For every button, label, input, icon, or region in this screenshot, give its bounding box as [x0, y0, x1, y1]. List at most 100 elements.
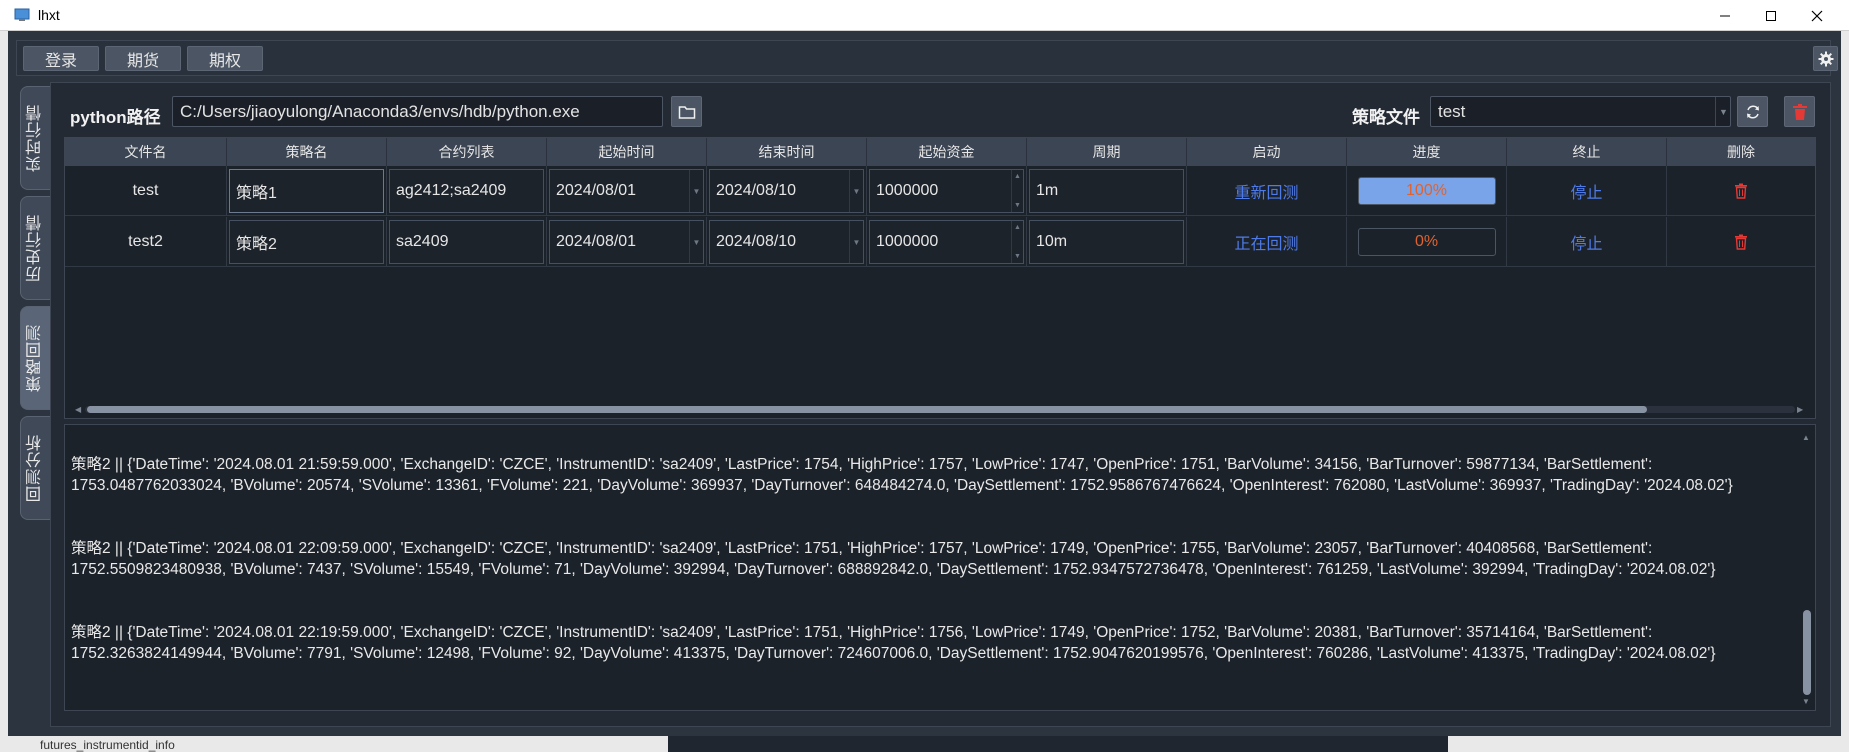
- desktop-edge-left: [0, 31, 8, 752]
- scroll-down-icon[interactable]: ▼: [1802, 697, 1810, 706]
- column-header[interactable]: 终止: [1507, 138, 1667, 166]
- chevron-down-icon: ▼: [1715, 97, 1731, 126]
- column-header[interactable]: 合约列表: [387, 138, 547, 166]
- column-header[interactable]: 结束时间: [707, 138, 867, 166]
- tab-label: 回测分析: [26, 434, 44, 502]
- end-date-value: 2024/08/10: [716, 182, 797, 199]
- cell-strategy[interactable]: 策略1: [227, 166, 387, 216]
- tab-backtest-analysis[interactable]: 回测分析: [20, 416, 50, 520]
- trash-icon[interactable]: [1734, 183, 1748, 199]
- desktop-edge-right: [1841, 31, 1849, 752]
- cell-delete: [1667, 166, 1815, 216]
- cell-strategy[interactable]: 策略2: [227, 217, 387, 267]
- cell-period[interactable]: 10m: [1027, 217, 1187, 267]
- settings-button[interactable]: [1813, 46, 1838, 71]
- spin-arrows-icon[interactable]: ▲ ▼: [1011, 170, 1023, 212]
- cell-end-date[interactable]: 2024/08/10 ▼: [707, 166, 867, 216]
- stop-link[interactable]: 停止: [1570, 179, 1602, 203]
- cell-capital[interactable]: 1000000 ▲ ▼: [867, 166, 1027, 216]
- maximize-button[interactable]: [1748, 0, 1794, 31]
- browse-folder-button[interactable]: [671, 96, 702, 127]
- background-text: futures_instrumentid_info: [40, 738, 175, 752]
- close-button[interactable]: [1794, 0, 1840, 31]
- progress-bar: 0%: [1357, 228, 1496, 256]
- cell-contracts[interactable]: sa2409: [387, 217, 547, 267]
- cell-file: test2: [65, 217, 227, 267]
- refresh-icon: [1746, 104, 1759, 119]
- strategy-name-field[interactable]: 策略2: [229, 220, 384, 264]
- title-bar: lhxt: [0, 0, 1849, 31]
- spin-arrows-icon[interactable]: ▲ ▼: [1011, 221, 1023, 263]
- minimize-icon: [1720, 15, 1730, 16]
- cell-progress: 0%: [1347, 217, 1507, 267]
- table-row: test 策略1 ag2412;sa2409 2024/08/01 ▼ 2024/…: [65, 166, 1815, 216]
- tab-strategy-backtest[interactable]: 策略回测: [20, 306, 50, 410]
- scroll-right-icon[interactable]: ▶: [1797, 405, 1803, 414]
- cell-stop: 停止: [1507, 166, 1667, 216]
- column-header[interactable]: 删除: [1667, 138, 1815, 166]
- log-scrollbar-thumb[interactable]: [1803, 610, 1811, 695]
- tab-realtime-quotes[interactable]: 实时行情: [20, 86, 50, 190]
- capital-spinbox[interactable]: 1000000 ▲ ▼: [869, 220, 1024, 264]
- start-date-field[interactable]: 2024/08/01 ▼: [549, 169, 704, 213]
- column-header[interactable]: 进度: [1347, 138, 1507, 166]
- cell-start-date[interactable]: 2024/08/01 ▼: [547, 166, 707, 216]
- cell-period[interactable]: 1m: [1027, 166, 1187, 216]
- menu-options-button[interactable]: 期权: [187, 46, 263, 71]
- period-field[interactable]: 1m: [1029, 169, 1184, 213]
- column-header[interactable]: 启动: [1187, 138, 1347, 166]
- cell-capital[interactable]: 1000000 ▲ ▼: [867, 217, 1027, 267]
- end-date-value: 2024/08/10: [716, 233, 797, 250]
- column-header[interactable]: 起始时间: [547, 138, 707, 166]
- chevron-down-icon[interactable]: ▼: [849, 170, 863, 212]
- folder-icon: [678, 105, 695, 119]
- column-header[interactable]: 起始资金: [867, 138, 1027, 166]
- contracts-field[interactable]: ag2412;sa2409: [389, 169, 544, 213]
- tab-history-quotes[interactable]: 历史行情: [20, 196, 50, 300]
- cell-delete: [1667, 217, 1815, 267]
- table-header: 文件名 策略名 合约列表 起始时间 结束时间 起始资金 周期 启动 进度 终止 …: [65, 138, 1815, 166]
- period-field[interactable]: 10m: [1029, 220, 1184, 264]
- window-title: lhxt: [38, 7, 60, 23]
- capital-value: 1000000: [876, 233, 939, 250]
- end-date-field[interactable]: 2024/08/10 ▼: [709, 220, 864, 264]
- cell-start-action: 正在回测: [1187, 217, 1347, 267]
- delete-strategy-file-button[interactable]: [1784, 96, 1815, 127]
- cell-progress: 100%: [1347, 166, 1507, 216]
- column-header[interactable]: 周期: [1027, 138, 1187, 166]
- column-header[interactable]: 策略名: [227, 138, 387, 166]
- menu-futures-button[interactable]: 期货: [105, 46, 181, 71]
- scroll-left-icon[interactable]: ◀: [75, 405, 81, 414]
- column-header[interactable]: 文件名: [65, 138, 227, 166]
- gear-icon: [1818, 51, 1833, 66]
- rerun-backtest-link[interactable]: 重新回测: [1234, 179, 1298, 203]
- strategy-name-field[interactable]: 策略1: [229, 169, 384, 213]
- trash-icon[interactable]: [1734, 234, 1748, 250]
- cell-contracts[interactable]: ag2412;sa2409: [387, 166, 547, 216]
- table-horizontal-scrollbar[interactable]: ◀ ▶: [75, 403, 1807, 415]
- strategy-file-value: test: [1438, 102, 1466, 121]
- refresh-button[interactable]: [1737, 96, 1768, 127]
- start-date-field[interactable]: 2024/08/01 ▼: [549, 220, 704, 264]
- cell-start-date[interactable]: 2024/08/01 ▼: [547, 217, 707, 267]
- cell-file: test: [65, 166, 227, 216]
- menu-bar: 登录 期货 期权: [16, 40, 1838, 76]
- chevron-down-icon[interactable]: ▼: [689, 170, 703, 212]
- scrollbar-thumb[interactable]: [87, 406, 1647, 413]
- stop-link[interactable]: 停止: [1570, 230, 1602, 254]
- running-backtest-link[interactable]: 正在回测: [1234, 230, 1298, 254]
- minimize-button[interactable]: [1702, 0, 1748, 31]
- progress-bar: 100%: [1357, 177, 1496, 205]
- log-output[interactable]: 策略2 || {'DateTime': '2024.08.01 21:59:59…: [64, 424, 1816, 711]
- strategy-file-select[interactable]: test ▼: [1430, 96, 1731, 127]
- contracts-field[interactable]: sa2409: [389, 220, 544, 264]
- cell-end-date[interactable]: 2024/08/10 ▼: [707, 217, 867, 267]
- python-path-input[interactable]: C:/Users/jiaoyulong/Anaconda3/envs/hdb/p…: [172, 96, 663, 127]
- chevron-down-icon[interactable]: ▼: [849, 221, 863, 263]
- end-date-field[interactable]: 2024/08/10 ▼: [709, 169, 864, 213]
- chevron-down-icon[interactable]: ▼: [689, 221, 703, 263]
- capital-spinbox[interactable]: 1000000 ▲ ▼: [869, 169, 1024, 213]
- cell-start-action: 重新回测: [1187, 166, 1347, 216]
- menu-login-button[interactable]: 登录: [23, 46, 99, 71]
- scroll-up-icon[interactable]: ▲: [1802, 433, 1810, 442]
